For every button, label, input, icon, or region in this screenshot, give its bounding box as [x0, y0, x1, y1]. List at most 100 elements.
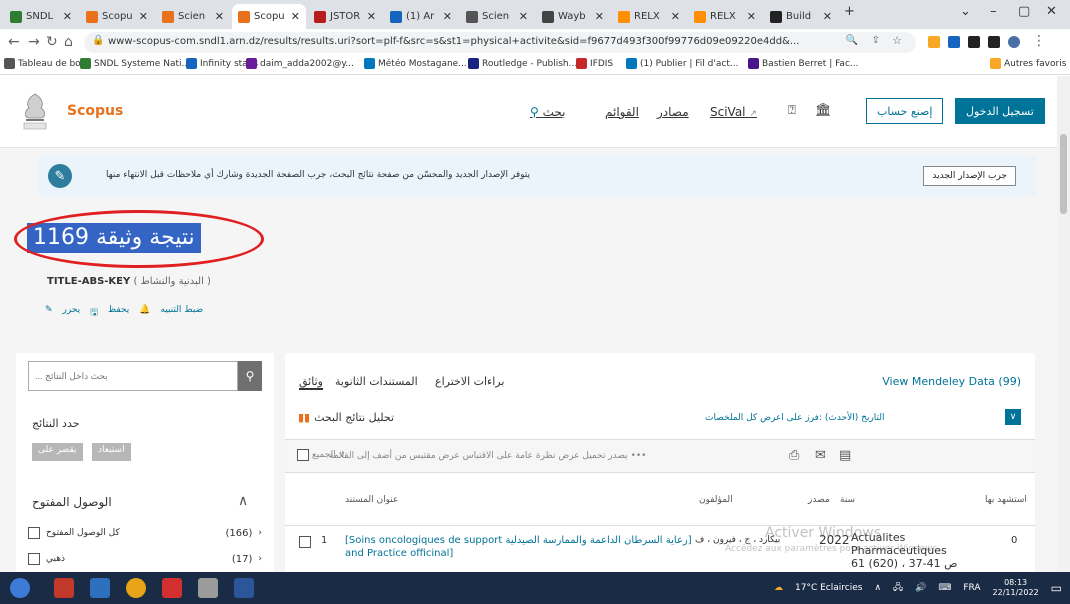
edit-link[interactable]: يحرر — [63, 305, 81, 321]
analyze-results-link[interactable]: ▮▮ تحليل نتائج البحث — [298, 411, 394, 424]
browser-tab[interactable]: Scien ✕ — [460, 4, 534, 29]
row-checkbox[interactable] — [299, 536, 311, 548]
col-year[interactable]: سنة — [840, 495, 855, 505]
facet-all-open-access[interactable]: كل الوصول المفتوح (166) › — [28, 527, 262, 539]
word-icon[interactable] — [234, 578, 254, 598]
institution-icon[interactable]: 🏛 — [815, 103, 832, 118]
create-account-button[interactable]: إصنع حساب — [866, 98, 944, 124]
search-within-button[interactable]: ⚲ — [238, 361, 262, 391]
scrollbar-thumb[interactable] — [1060, 134, 1067, 214]
bookmark-item[interactable]: Routledge - Publish... — [468, 58, 577, 69]
browser-tab[interactable]: RELX ✕ — [612, 4, 686, 29]
minimize-icon[interactable]: – — [990, 4, 997, 19]
home-icon[interactable]: ⌂ — [64, 34, 73, 50]
forward-icon[interactable]: → — [28, 34, 40, 50]
network-icon[interactable]: 🖧 — [893, 580, 903, 596]
col-authors[interactable]: المؤلفون — [699, 495, 733, 505]
file-explorer-icon[interactable] — [90, 578, 110, 598]
search-nav[interactable]: ⚲ بحث — [530, 105, 566, 119]
tab-close-icon[interactable]: ✕ — [519, 10, 528, 23]
checkbox[interactable] — [297, 449, 309, 461]
bookmark-item[interactable]: Tableau de bord — [4, 58, 90, 69]
extensions-puzzle-icon[interactable] — [968, 36, 980, 48]
acrobat-icon[interactable] — [162, 578, 182, 598]
bookmark-item[interactable]: daim_adda2002@y... — [246, 58, 354, 69]
bookmark-item[interactable]: Météo Mostagane... — [364, 58, 467, 69]
help-icon[interactable]: ⍰ — [788, 103, 796, 118]
bookmark-item[interactable]: Autres favoris — [990, 58, 1066, 69]
checkbox[interactable] — [28, 527, 40, 539]
tab-close-icon[interactable]: ✕ — [63, 10, 72, 23]
elsevier-logo[interactable] — [20, 90, 50, 130]
limit-to-button[interactable]: يقصر على — [32, 443, 83, 461]
browser-tab[interactable]: JSTOR ✕ — [308, 4, 382, 29]
chevron-right-icon[interactable]: › — [258, 554, 262, 564]
zoom-icon[interactable]: 🔍 — [846, 35, 858, 46]
col-source[interactable]: مصدر — [808, 495, 830, 505]
tab-close-icon[interactable]: ✕ — [671, 10, 680, 23]
snipping-tool-icon[interactable] — [198, 578, 218, 598]
browser-tab[interactable]: SNDL ✕ — [4, 4, 78, 29]
share-icon[interactable]: ⇪ — [872, 35, 880, 46]
facet-gold[interactable]: ذهبي (17) › — [28, 553, 262, 565]
tab-documents[interactable]: وثائق — [299, 375, 323, 390]
close-window-icon[interactable]: ✕ — [1046, 4, 1057, 19]
edit-icon[interactable]: ✎ — [45, 305, 53, 321]
sign-in-button[interactable]: تسجيل الدخول — [955, 98, 1045, 124]
tab-close-icon[interactable]: ✕ — [367, 10, 376, 23]
browser-tab[interactable]: (1) Ar ✕ — [384, 4, 458, 29]
exclude-button[interactable]: استبعاد — [92, 443, 131, 461]
tray-chevron-icon[interactable]: ∧ — [874, 583, 881, 593]
bookmark-item[interactable]: (1) Publier | Fil d'act... — [626, 58, 738, 69]
tab-close-icon[interactable]: ✕ — [139, 10, 148, 23]
start-button-icon[interactable] — [10, 578, 30, 598]
toolbar-actions[interactable]: يصدر تحميل عرض نظرة عامة على الاقتباس عر… — [329, 451, 647, 461]
scopus-brand[interactable]: Scopus — [67, 103, 123, 119]
checkbox[interactable] — [28, 553, 40, 565]
language-indicator[interactable]: FRA — [963, 583, 980, 593]
back-icon[interactable]: ← — [8, 34, 20, 50]
sort-dropdown-icon[interactable]: ∨ — [1005, 409, 1021, 425]
chrome-icon[interactable] — [126, 578, 146, 598]
col-title[interactable]: عنوان المستند — [345, 495, 398, 505]
maximize-icon[interactable]: ▢ — [1018, 4, 1030, 19]
reload-icon[interactable]: ↻ — [46, 34, 58, 50]
bookmark-star-icon[interactable]: ☆ — [892, 34, 902, 47]
col-cited[interactable]: استشهد بها — [985, 495, 1027, 505]
address-bar[interactable]: 🔒 www-scopus-com.sndl1.arn.dz/results/re… — [84, 32, 916, 53]
sort-options[interactable]: التاريخ (الأحدث) :فرز على اعرض كل الملخص… — [705, 413, 885, 423]
mendeley-data-link[interactable]: View Mendeley Data (99) — [882, 375, 1021, 388]
tab-close-icon[interactable]: ✕ — [823, 10, 832, 23]
save-icon[interactable]: 🖫 — [90, 305, 98, 321]
chevron-up-icon[interactable]: ∧ — [238, 493, 248, 509]
new-tab-button[interactable]: + — [844, 4, 855, 19]
sources-nav[interactable]: مصادر — [657, 105, 689, 119]
tab-close-icon[interactable]: ✕ — [291, 10, 300, 23]
row-cited[interactable]: 0 — [1011, 535, 1017, 546]
extension-folder-icon[interactable] — [928, 36, 940, 48]
keyboard-icon[interactable]: ⌨ — [938, 583, 951, 593]
row-title-link[interactable]: [Soins oncologiques de support رعاية الس… — [345, 534, 692, 560]
tab-close-icon[interactable]: ✕ — [215, 10, 224, 23]
sidepanel-icon[interactable] — [988, 36, 1000, 48]
try-new-version-button[interactable]: جرب الإصدار الجديد — [923, 166, 1016, 186]
tab-search-icon[interactable]: ⌄ — [960, 4, 971, 19]
bookmark-item[interactable]: SNDL Systeme Nati... — [80, 58, 190, 69]
search-within-input[interactable] — [28, 361, 238, 391]
bookmark-item[interactable]: Bastien Berret | Fac... — [748, 58, 858, 69]
bookmark-item[interactable]: IFDIS — [576, 58, 613, 69]
profile-avatar[interactable] — [1008, 36, 1020, 48]
tab-patents[interactable]: براءات الاختراع — [435, 375, 504, 388]
browser-tab[interactable]: Wayb ✕ — [536, 4, 610, 29]
set-alert-link[interactable]: ضبط التنبيه — [161, 305, 204, 321]
notification-icon[interactable]: ▭ — [1051, 581, 1062, 595]
clock[interactable]: 08:13 22/11/2022 — [993, 578, 1039, 598]
browser-tab[interactable]: RELX ✕ — [688, 4, 762, 29]
save-link[interactable]: يحفظ — [108, 305, 129, 321]
browser-tab[interactable]: Scien ✕ — [156, 4, 230, 29]
security-app-icon[interactable] — [54, 578, 74, 598]
tab-close-icon[interactable]: ✕ — [747, 10, 756, 23]
browser-menu-icon[interactable]: ⋮ — [1032, 33, 1046, 49]
chevron-right-icon[interactable]: › — [258, 528, 262, 538]
print-icon[interactable]: ⎙ — [789, 448, 799, 463]
